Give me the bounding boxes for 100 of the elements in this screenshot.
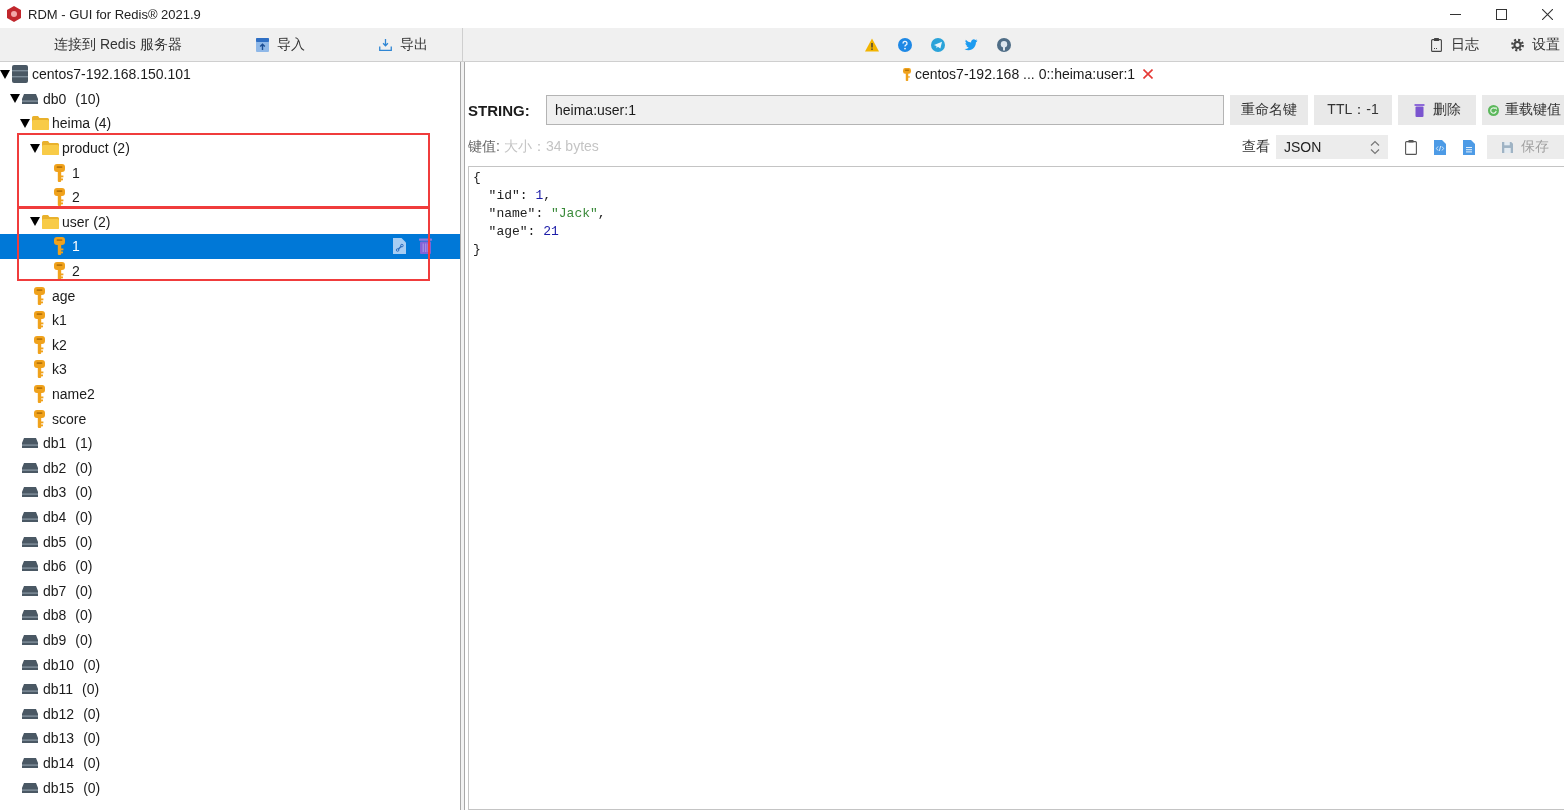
key-icon bbox=[34, 286, 45, 305]
file-icon[interactable] bbox=[1463, 139, 1475, 155]
tree-item[interactable]: db15 (0) bbox=[0, 775, 460, 800]
tree-item[interactable]: score bbox=[0, 406, 460, 431]
connect-button[interactable]: 连接到 Redis 服务器 bbox=[52, 31, 184, 58]
expand-arrow-icon[interactable] bbox=[30, 143, 40, 153]
trash-icon bbox=[1413, 103, 1425, 117]
paper-plane-icon[interactable] bbox=[931, 37, 945, 52]
tree-item[interactable]: db2 (0) bbox=[0, 455, 460, 481]
tree-item[interactable]: k2 bbox=[0, 332, 460, 358]
key-icon bbox=[34, 409, 45, 428]
app-logo-icon bbox=[7, 6, 21, 22]
format-select[interactable]: JSON bbox=[1276, 135, 1388, 159]
import-icon bbox=[255, 37, 269, 52]
window-title: RDM - GUI for Redis® 2021.9 bbox=[28, 6, 201, 22]
tree-item[interactable]: db7 (0) bbox=[0, 578, 460, 604]
tree-item[interactable]: db14 (0) bbox=[0, 750, 460, 776]
expand-arrow-icon[interactable] bbox=[20, 119, 30, 128]
file-link-icon[interactable] bbox=[393, 238, 406, 255]
save-icon bbox=[1502, 140, 1513, 154]
tree-item[interactable]: 2 bbox=[0, 184, 460, 210]
tree-item[interactable]: db6 (0) bbox=[0, 553, 460, 579]
tree-item[interactable]: db3 (0) bbox=[0, 480, 460, 505]
database-icon bbox=[22, 708, 38, 719]
expand-arrow-icon[interactable] bbox=[0, 69, 10, 79]
value-editor[interactable]: { "id": 1, "name": "Jack", "age": 21 } bbox=[468, 166, 1564, 810]
tree-item[interactable]: user (2) bbox=[0, 209, 460, 235]
tree-item[interactable]: db12 (0) bbox=[0, 701, 460, 727]
database-icon bbox=[22, 782, 38, 793]
bird-icon[interactable] bbox=[964, 37, 978, 52]
key-icon bbox=[54, 163, 65, 182]
export-button[interactable]: 导出 bbox=[376, 31, 430, 58]
tree-item[interactable]: db1 (1) bbox=[0, 430, 460, 456]
database-icon bbox=[22, 610, 38, 621]
log-button[interactable]: 日志 bbox=[1428, 31, 1481, 58]
tree-item[interactable]: k1 bbox=[0, 307, 460, 333]
maximize-icon[interactable] bbox=[1496, 8, 1507, 20]
tree-item[interactable]: k3 bbox=[0, 357, 460, 382]
updown-chevron-icon bbox=[1370, 139, 1380, 155]
key-icon bbox=[34, 335, 45, 354]
key-name-field[interactable]: heima:user:1 bbox=[546, 95, 1224, 125]
reload-icon bbox=[1488, 103, 1499, 117]
database-icon bbox=[22, 585, 38, 596]
tree-item[interactable]: db5 (0) bbox=[0, 529, 460, 554]
folder-icon bbox=[42, 214, 59, 229]
import-button[interactable]: 导入 bbox=[253, 31, 307, 58]
database-icon bbox=[22, 634, 38, 645]
expand-arrow-icon[interactable] bbox=[10, 94, 20, 104]
delete-button[interactable]: 删除 bbox=[1398, 95, 1476, 125]
code-file-icon[interactable] bbox=[1434, 139, 1446, 155]
tree-item[interactable]: 2 bbox=[0, 258, 460, 284]
tree-item[interactable]: db8 (0) bbox=[0, 603, 460, 628]
help-icon[interactable] bbox=[898, 37, 912, 52]
database-icon bbox=[22, 757, 38, 768]
keyhole-icon[interactable] bbox=[997, 37, 1011, 52]
server-icon bbox=[12, 65, 28, 84]
tree-item[interactable]: db0 (10) bbox=[0, 86, 460, 112]
expand-arrow-icon[interactable] bbox=[30, 217, 40, 227]
database-icon bbox=[22, 93, 38, 104]
tree-item[interactable]: centos7-192.168.150.101 bbox=[0, 62, 460, 87]
close-icon[interactable] bbox=[1542, 8, 1553, 20]
key-tab[interactable]: centos7-192.168 ... 0::heima:user:1 bbox=[902, 66, 1154, 82]
key-icon bbox=[34, 385, 45, 403]
folder-icon bbox=[42, 141, 59, 156]
tree-item[interactable]: product (2) bbox=[0, 135, 460, 161]
database-icon bbox=[22, 462, 38, 473]
tree-item[interactable]: 1 bbox=[0, 234, 460, 259]
tree-item[interactable]: db4 (0) bbox=[0, 504, 460, 530]
tree-item[interactable]: heima (4) bbox=[0, 111, 460, 136]
value-label: 键值: bbox=[468, 138, 500, 156]
tree-item[interactable]: db9 (0) bbox=[0, 627, 460, 653]
rename-button[interactable]: 重命名键 bbox=[1230, 95, 1308, 125]
code-line: "age": 21 bbox=[487, 223, 559, 241]
tree-item[interactable]: db13 (0) bbox=[0, 726, 460, 751]
view-label: 查看 bbox=[1242, 138, 1270, 156]
tree-item[interactable]: 1 bbox=[0, 160, 460, 185]
warning-icon[interactable] bbox=[865, 37, 879, 52]
tree-item[interactable]: name2 bbox=[0, 381, 460, 407]
key-icon bbox=[54, 262, 65, 281]
size-label: 大小：34 bytes bbox=[503, 138, 599, 156]
reload-button[interactable]: 重载键值 bbox=[1482, 95, 1564, 125]
code-line: "id": 1, bbox=[487, 187, 552, 205]
database-icon bbox=[22, 512, 38, 522]
key-icon bbox=[34, 311, 45, 330]
key-type-label: STRING: bbox=[468, 100, 531, 121]
code-line: { bbox=[473, 169, 481, 187]
database-icon bbox=[22, 684, 38, 695]
code-line: } bbox=[473, 241, 481, 259]
tree-item[interactable]: db11 (0) bbox=[0, 676, 460, 702]
database-icon bbox=[22, 438, 38, 449]
clipboard-icon[interactable] bbox=[1405, 139, 1417, 155]
settings-button[interactable]: 设置 bbox=[1509, 31, 1562, 58]
ttl-button[interactable]: TTL：-1 bbox=[1314, 95, 1392, 125]
tree-item[interactable]: db10 (0) bbox=[0, 652, 460, 677]
key-icon bbox=[902, 67, 911, 81]
tree-item[interactable]: age bbox=[0, 283, 460, 308]
clipboard-icon bbox=[1430, 37, 1443, 52]
key-icon bbox=[54, 237, 65, 256]
key-icon bbox=[34, 360, 45, 379]
database-icon bbox=[22, 733, 38, 744]
